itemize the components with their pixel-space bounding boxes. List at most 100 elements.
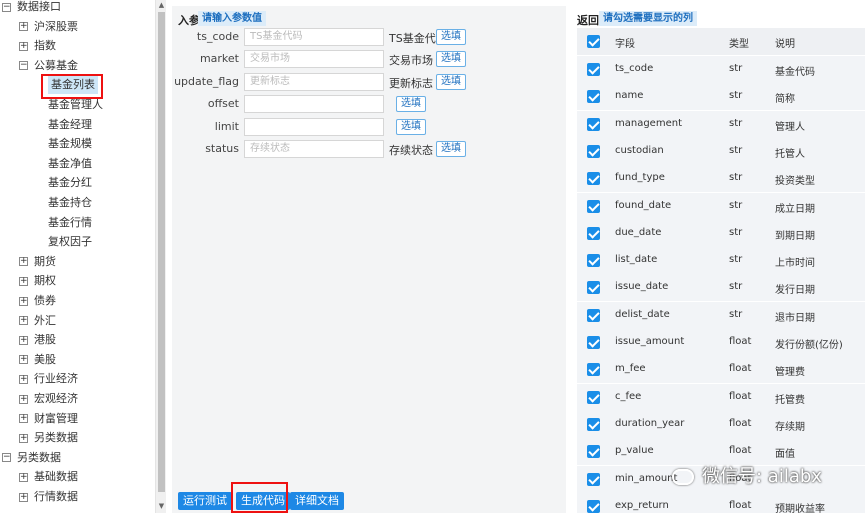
tree-group[interactable]: + 债券 [19, 292, 56, 310]
tree-leaf[interactable]: 基金分红 [48, 174, 92, 192]
output-row: m_fee float 管理费 [577, 356, 865, 384]
column-checkbox[interactable] [587, 226, 600, 240]
column-checkbox[interactable] [587, 308, 600, 322]
column-checkbox[interactable] [587, 281, 600, 295]
param-input[interactable] [244, 117, 384, 136]
param-input[interactable]: 交易市场 [244, 50, 384, 69]
run-test-button[interactable]: 运行测试 [178, 492, 232, 510]
expand-icon[interactable]: + [19, 374, 28, 384]
optional-button[interactable]: 选填 [396, 96, 426, 113]
tree-leaf-label: 基金管理人 [48, 98, 103, 111]
expand-icon[interactable]: + [19, 394, 28, 404]
field-desc: 预期收益率 [775, 503, 825, 513]
optional-button[interactable]: 选填 [396, 118, 426, 135]
tree-group[interactable]: + 美股 [19, 351, 56, 369]
expand-icon[interactable]: + [19, 414, 28, 424]
field-type: str [729, 117, 743, 129]
output-columns-panel: 返回 请勾选需要显示的列 字段 类型 说明 ts_code str 基金代码 name… [577, 6, 865, 513]
collapse-icon[interactable]: − [19, 61, 28, 71]
param-input[interactable] [244, 95, 384, 114]
tree-group[interactable]: + 沪深股票 [19, 18, 78, 36]
expand-icon[interactable]: + [19, 433, 28, 443]
watermark-text: 微信号: ailabx [702, 466, 822, 487]
tree-leaf-label: 基金经理 [48, 117, 92, 131]
field-desc: 发行日期 [775, 285, 815, 297]
tree-group[interactable]: + 另类数据 [19, 429, 78, 447]
expand-icon[interactable]: + [19, 22, 28, 32]
expand-icon[interactable]: + [19, 41, 28, 51]
header-field: 字段 [615, 39, 635, 50]
select-all-checkbox[interactable] [587, 35, 600, 48]
expand-icon[interactable]: + [19, 335, 28, 345]
tree-scrollbar[interactable]: ▲ ▼ [155, 0, 166, 513]
docs-button[interactable]: 详细文档 [290, 492, 344, 510]
optional-button[interactable]: 选填 [436, 51, 466, 68]
scroll-up-icon[interactable]: ▲ [156, 0, 167, 10]
tree-leaf[interactable]: 基金规模 [48, 135, 92, 153]
tree-root-alt-data[interactable]: − 另类数据 [2, 449, 61, 467]
expand-icon[interactable]: + [19, 316, 28, 326]
param-desc: 交易市场 [389, 54, 433, 68]
tree-leaf[interactable]: 复权因子 [48, 233, 92, 251]
tree-group[interactable]: + 港股 [19, 331, 56, 349]
column-checkbox[interactable] [587, 199, 600, 213]
column-checkbox[interactable] [587, 336, 600, 349]
column-checkbox[interactable] [587, 172, 600, 186]
expand-icon[interactable]: + [19, 276, 28, 286]
field-type: str [729, 308, 743, 320]
scrollbar-thumb[interactable] [158, 12, 165, 492]
field-desc: 面值 [775, 449, 795, 461]
optional-button[interactable]: 选填 [436, 73, 466, 90]
field-name: min_amount [615, 472, 678, 484]
output-hint: 请勾选需要显示的列 [599, 11, 697, 26]
column-checkbox[interactable] [587, 417, 600, 431]
optional-button[interactable]: 选填 [436, 141, 466, 157]
tree-root-data-api[interactable]: − 数据接口 [2, 0, 61, 16]
tree-leaf[interactable]: 基金经理 [48, 116, 92, 134]
column-checkbox[interactable] [587, 90, 600, 104]
param-input[interactable]: 存续状态 [244, 140, 384, 158]
input-params-hint: 请输入参数值 [198, 11, 266, 26]
tree-group[interactable]: + 外汇 [19, 312, 56, 330]
column-checkbox[interactable] [587, 499, 600, 513]
column-checkbox[interactable] [587, 445, 600, 459]
param-input[interactable]: 更新标志 [244, 72, 384, 91]
tree-label: 公募基金 [34, 58, 78, 72]
field-type: str [729, 199, 743, 211]
generate-code-highlight [231, 482, 288, 513]
tree-leaf[interactable]: 基金持仓 [48, 194, 92, 212]
field-type: float [729, 363, 752, 375]
column-checkbox[interactable] [587, 390, 600, 404]
column-checkbox[interactable] [587, 117, 600, 131]
optional-button[interactable]: 选填 [436, 29, 466, 45]
expand-icon[interactable]: + [19, 355, 28, 365]
column-checkbox[interactable] [587, 254, 600, 268]
field-type: float [729, 390, 752, 402]
tree-group[interactable]: + 宏观经济 [19, 390, 78, 408]
tree-group[interactable]: + 期货 [19, 253, 56, 271]
tree-label: 外汇 [34, 313, 56, 327]
collapse-icon[interactable]: − [2, 2, 11, 12]
scroll-down-icon[interactable]: ▼ [156, 501, 167, 511]
column-checkbox[interactable] [587, 63, 600, 76]
tree-group[interactable]: + 行业经济 [19, 370, 78, 388]
collapse-icon[interactable]: − [2, 453, 11, 463]
column-checkbox[interactable] [587, 144, 600, 158]
tree-group[interactable]: + 期权 [19, 272, 56, 290]
column-checkbox[interactable] [587, 363, 600, 377]
tree-leaf[interactable]: 基金行情 [48, 214, 92, 232]
tree-group[interactable]: + 财富管理 [19, 410, 78, 428]
expand-icon[interactable]: + [19, 492, 28, 502]
param-name: market [199, 52, 239, 66]
column-checkbox[interactable] [587, 472, 600, 486]
expand-icon[interactable]: + [19, 296, 28, 306]
tree-group[interactable]: + 行情数据 [19, 488, 78, 506]
tree-group[interactable]: − 公募基金 [19, 57, 78, 75]
tree-group[interactable]: + 指数 [19, 37, 56, 55]
expand-icon[interactable]: + [19, 257, 28, 267]
expand-icon[interactable]: + [19, 472, 28, 482]
tree-leaf[interactable]: 基金净值 [48, 155, 92, 173]
param-input[interactable]: TS基金代码 [244, 28, 384, 46]
tree-label: 财富管理 [34, 411, 78, 425]
tree-group[interactable]: + 基础数据 [19, 468, 78, 486]
